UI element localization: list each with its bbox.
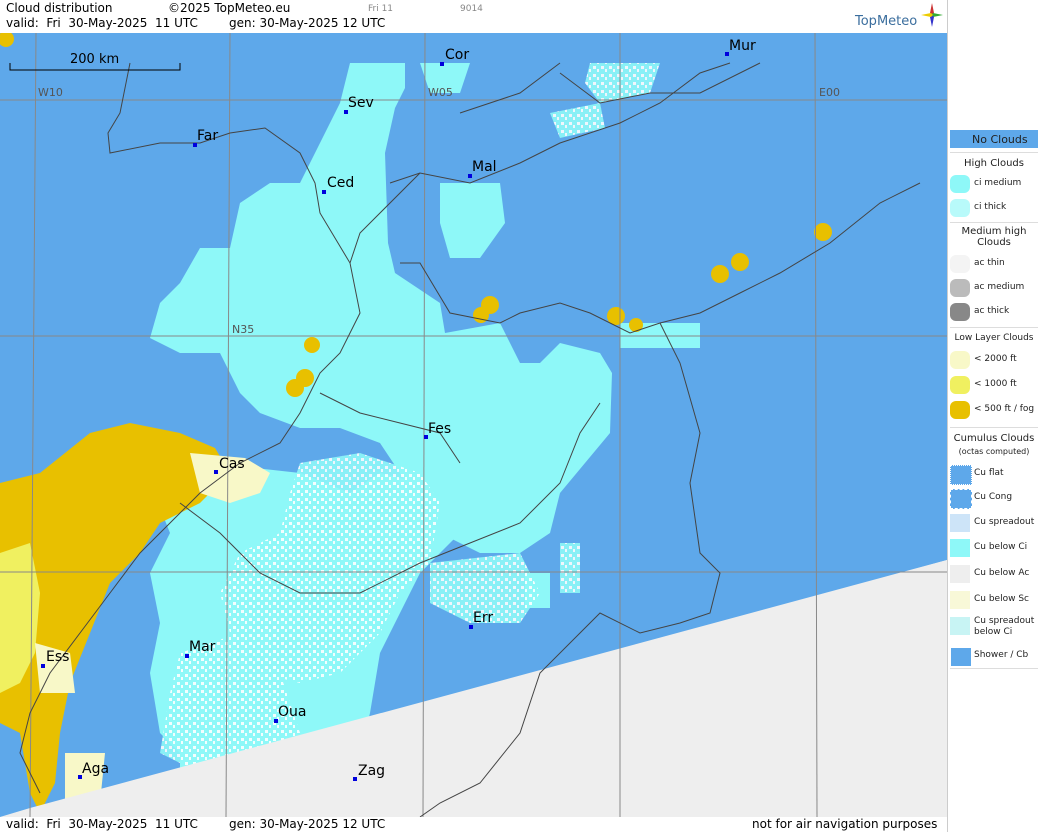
legend-high-heading: High Clouds (964, 158, 1024, 169)
legend-label: < 2000 ft (974, 354, 1017, 364)
legend-low-2000: < 2000 ft (948, 348, 1039, 372)
legend-label: ci thick (974, 202, 1007, 212)
city-label[interactable]: Zag (358, 763, 385, 779)
legend-shower-cb: Shower / Cb (948, 644, 1039, 668)
legend-label: Cu spreadout (974, 517, 1035, 527)
legend-label: Cu below Ac (974, 568, 1030, 578)
legend-low-1000: < 1000 ft (948, 373, 1039, 397)
legend-label: < 500 ft / fog (974, 404, 1035, 414)
city-label[interactable]: Mar (189, 639, 215, 655)
map-title: Cloud distribution (6, 1, 113, 15)
city-label[interactable]: Cas (219, 456, 245, 472)
legend-ci-thick: ci thick (948, 196, 1039, 220)
city-label[interactable]: Cor (445, 47, 469, 63)
ac-thin-swatch (950, 255, 970, 273)
cu-below-sc-swatch (950, 591, 970, 609)
legend-label: Cu Cong (974, 492, 1013, 502)
generated-time: gen: 30-May-2025 12 UTC (229, 16, 386, 30)
legend-cu-cong: Cu Cong (948, 486, 1039, 510)
grid-label-w10: W10 (38, 86, 63, 99)
compass-logo-icon (921, 3, 943, 27)
cu-flat-swatch (950, 465, 972, 485)
legend-label: ac thick (974, 306, 1010, 316)
footer-valid: valid: Fri 30-May-2025 11 UTC (6, 817, 198, 831)
legend-cu-spreadout-below-ci: Cu spreadout below Ci (948, 614, 1039, 644)
city-marker (353, 777, 357, 781)
legend-low-heading: Low Layer Clouds (954, 333, 1034, 343)
legend-label: ci medium (974, 178, 1022, 188)
city-label[interactable]: Mal (472, 159, 497, 175)
city-label[interactable]: Mur (729, 38, 756, 54)
city-marker (322, 190, 326, 194)
legend-label: < 1000 ft (974, 379, 1017, 389)
code-small: 9014 (460, 4, 483, 14)
grid-label-w05: W05 (428, 86, 453, 99)
city-label[interactable]: Ess (46, 649, 69, 665)
legend-label: Cu below Sc (974, 594, 1029, 604)
day-small: Fri 11 (368, 4, 394, 14)
map-layers (0, 33, 947, 817)
grid-label-e00: E00 (819, 86, 840, 99)
legend-cu-below-sc: Cu below Sc (948, 588, 1039, 612)
cu-cong-swatch (950, 489, 972, 509)
footer: valid: Fri 30-May-2025 11 UTC gen: 30-Ma… (0, 817, 947, 832)
city-label[interactable]: Oua (278, 704, 306, 720)
city-label[interactable]: Far (197, 128, 218, 144)
copyright: ©2025 TopMeteo.eu (168, 1, 291, 15)
footer-generated: gen: 30-May-2025 12 UTC (229, 817, 386, 831)
city-label[interactable]: Fes (428, 421, 451, 437)
low-500-swatch (950, 401, 970, 419)
scale-label: 200 km (70, 52, 120, 67)
legend-panel: No Clouds High Clouds ci medium ci thick… (947, 0, 1039, 832)
legend-medium-heading: Medium high Clouds (961, 226, 1027, 248)
ci-medium-swatch (950, 175, 970, 193)
cloud-map[interactable]: W10 W05 E00 N35 200 km Cor Mur Sev Far C… (0, 33, 947, 817)
cu-spreadout-below-ci-swatch (950, 617, 970, 635)
legend-ac-thin: ac thin (948, 252, 1039, 276)
legend-label: Cu below Ci (974, 542, 1028, 552)
legend-label: Cu spreadout below Ci (974, 616, 1035, 637)
legend-label: ac thin (974, 258, 1005, 268)
cu-spreadout-swatch (950, 514, 970, 532)
grid-label-n35: N35 (232, 323, 255, 336)
cu-below-ci-swatch (950, 539, 970, 557)
legend-low-500: < 500 ft / fog (948, 398, 1039, 422)
topmeteo-logo: TopMeteo (855, 14, 918, 29)
low-1000-swatch (950, 376, 970, 394)
city-label[interactable]: Sev (348, 95, 374, 111)
ac-medium-swatch (950, 279, 970, 297)
low-2000-swatch (950, 351, 970, 369)
city-label[interactable]: Ced (327, 175, 354, 191)
legend-label: Shower / Cb (974, 650, 1029, 660)
city-label[interactable]: Err (473, 610, 493, 626)
legend-cumulus-sub: (octas computed) (958, 447, 1030, 456)
legend-cu-flat: Cu flat (948, 462, 1039, 486)
city-marker (41, 664, 45, 668)
city-marker (440, 62, 444, 66)
disclaimer: not for air navigation purposes (752, 817, 938, 831)
legend-label: Cu flat (974, 468, 1004, 478)
valid-time: valid: Fri 30-May-2025 11 UTC (6, 16, 198, 30)
ac-thick-swatch (950, 303, 970, 321)
cu-below-ac-swatch (950, 565, 970, 583)
city-label[interactable]: Aga (82, 761, 109, 777)
legend-cu-spreadout: Cu spreadout (948, 511, 1039, 535)
legend-cu-below-ci: Cu below Ci (948, 536, 1039, 560)
shower-cb-swatch (950, 647, 972, 667)
legend-cu-below-ac: Cu below Ac (948, 562, 1039, 586)
legend-ac-medium: ac medium (948, 276, 1039, 300)
legend-cumulus-heading: Cumulus Clouds (953, 433, 1035, 444)
legend-label: ac medium (974, 282, 1025, 292)
legend-label: No Clouds (972, 133, 1028, 146)
legend-ac-thick: ac thick (948, 300, 1039, 324)
city-marker (214, 470, 218, 474)
legend-no-clouds: No Clouds (948, 127, 1039, 151)
ci-thick-swatch (950, 199, 970, 217)
legend-ci-medium: ci medium (948, 172, 1039, 196)
